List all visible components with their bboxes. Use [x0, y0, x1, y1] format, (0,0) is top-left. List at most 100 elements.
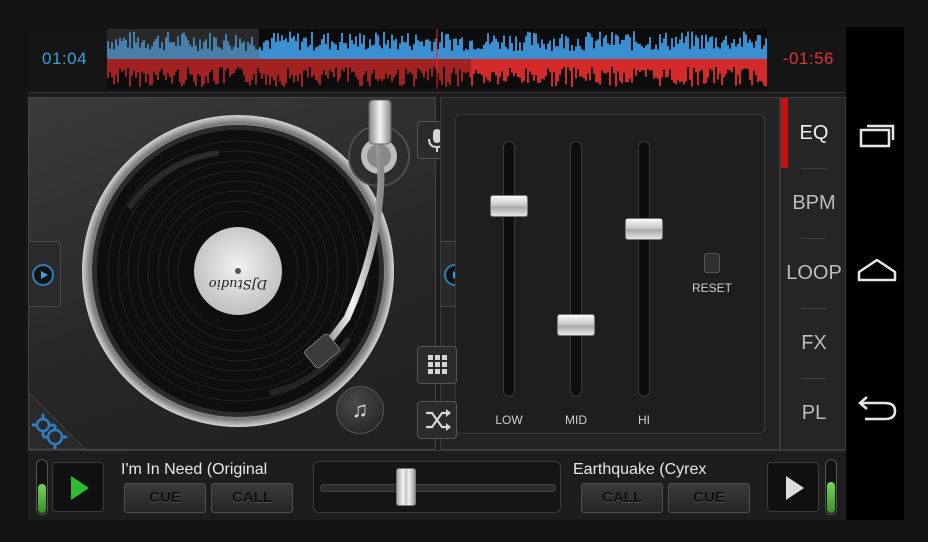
waveform-bar-b — [517, 59, 519, 77]
waveform-bar-b — [497, 59, 499, 85]
recent-apps-button[interactable] — [855, 117, 899, 157]
waveform-bar-b — [765, 59, 767, 87]
waveform-bar-a — [525, 35, 527, 59]
eq-reset-button[interactable] — [704, 253, 720, 273]
waveform-bar-a — [337, 49, 339, 59]
crossfader-knob[interactable] — [395, 468, 416, 506]
cue-button-left[interactable]: CUE — [124, 483, 206, 513]
waveform-bar-b — [453, 59, 455, 69]
waveform-bar-a — [459, 39, 461, 59]
waveform-bar-a — [571, 45, 573, 59]
waveform-bar-a — [471, 40, 473, 59]
waveform-bar-b — [589, 59, 591, 81]
back-button[interactable] — [855, 389, 899, 429]
settings-button[interactable] — [28, 383, 95, 450]
waveform-bar-a — [271, 37, 273, 59]
eq-mid-slider[interactable] — [557, 314, 595, 337]
eq-low-slider[interactable] — [490, 194, 528, 217]
waveform-bar-b — [123, 59, 125, 71]
waveform-bar-a — [475, 49, 477, 59]
shuffle-button[interactable] — [417, 401, 457, 439]
waveform-bar-b — [395, 59, 397, 75]
waveform-bar-b — [359, 59, 361, 86]
waveform-bar-b — [325, 59, 327, 76]
tab-pl[interactable]: PL — [781, 378, 847, 448]
waveform-bar-b — [755, 59, 757, 76]
grid-button[interactable] — [417, 346, 457, 384]
waveform-bar-a — [583, 50, 585, 59]
waveform-bar-a — [485, 41, 487, 59]
waveform-bar-b — [655, 59, 657, 78]
waveform-bar-a — [715, 37, 717, 59]
add-music-button[interactable]: ♫ — [336, 386, 384, 434]
waveform-bar-b — [561, 59, 563, 69]
waveform-bar-a — [401, 35, 403, 59]
eq-hi-slider[interactable] — [625, 218, 663, 241]
call-button-right[interactable]: CALL — [581, 483, 663, 513]
play-button-right[interactable] — [767, 462, 819, 512]
tab-eq[interactable]: EQ — [781, 98, 847, 168]
tab-fx[interactable]: FX — [781, 308, 847, 378]
waveform-bar-a — [747, 42, 749, 59]
waveform-bar-b — [319, 59, 321, 86]
waveform-bar-b — [371, 59, 373, 75]
play-button-left[interactable] — [52, 462, 104, 512]
waveform-bar-a — [531, 44, 533, 59]
waveform-bar-a — [761, 49, 763, 59]
waveform-bar-b — [545, 59, 547, 76]
waveform-bar-b — [673, 59, 675, 83]
waveform-bar-a — [585, 36, 587, 59]
waveform-bar-a — [369, 39, 371, 59]
waveform-bar-b — [199, 59, 201, 76]
waveform-bar-a — [353, 44, 355, 59]
waveform-bar-a — [383, 31, 385, 59]
waveform-bar-b — [693, 59, 695, 69]
waveform-bar-a — [645, 45, 647, 59]
waveform-bar-b — [165, 59, 167, 80]
eq-hi-label: HI — [638, 413, 650, 427]
waveform-display[interactable] — [107, 29, 767, 89]
waveform-bar-b — [519, 59, 521, 78]
waveform-bar-b — [423, 59, 425, 78]
waveform-bar-b — [635, 59, 637, 76]
waveform-bar-b — [705, 59, 707, 84]
tab-loop[interactable]: LOOP — [781, 238, 847, 308]
waveform-bar-b — [333, 59, 335, 78]
cue-button-right[interactable]: CUE — [668, 483, 750, 513]
waveform-bar-b — [151, 59, 153, 85]
time-elapsed: 01:04 — [42, 49, 88, 68]
deck-left-side-button[interactable] — [29, 241, 61, 307]
waveform-bar-a — [573, 50, 575, 59]
waveform-bar-a — [413, 44, 415, 59]
waveform-bar-a — [517, 50, 519, 59]
waveform-bar-b — [627, 59, 629, 82]
waveform-bar-b — [499, 59, 501, 77]
waveform-bar-b — [383, 59, 385, 80]
waveform-bar-b — [285, 59, 287, 84]
waveform-bar-b — [577, 59, 579, 70]
waveform-bar-b — [495, 59, 497, 76]
waveform-bar-b — [475, 59, 477, 70]
waveform-bar-a — [463, 50, 465, 59]
waveform-bar-b — [451, 59, 453, 74]
waveform-bar-a — [519, 42, 521, 59]
home-button[interactable] — [855, 252, 899, 292]
waveform-bar-b — [327, 59, 329, 79]
waveform-bar-b — [127, 59, 129, 69]
level-meter-right — [825, 459, 837, 515]
waveform-bar-a — [689, 49, 691, 59]
waveform-bar-b — [231, 59, 233, 75]
waveform-bar-b — [647, 59, 649, 70]
waveform-bar-b — [407, 59, 409, 74]
waveform-bar-a — [659, 34, 661, 59]
tab-bpm[interactable]: BPM — [781, 168, 847, 238]
waveform-bar-b — [599, 59, 601, 85]
waveform-bar-a — [671, 38, 673, 59]
waveform-bar-a — [551, 50, 553, 59]
waveform-bar-a — [629, 37, 631, 59]
call-button-left[interactable]: CALL — [211, 483, 293, 513]
waveform-bar-b — [763, 59, 765, 86]
waveform-bar-b — [715, 59, 717, 68]
waveform-bar-b — [427, 59, 429, 81]
waveform-bar-b — [205, 59, 207, 77]
